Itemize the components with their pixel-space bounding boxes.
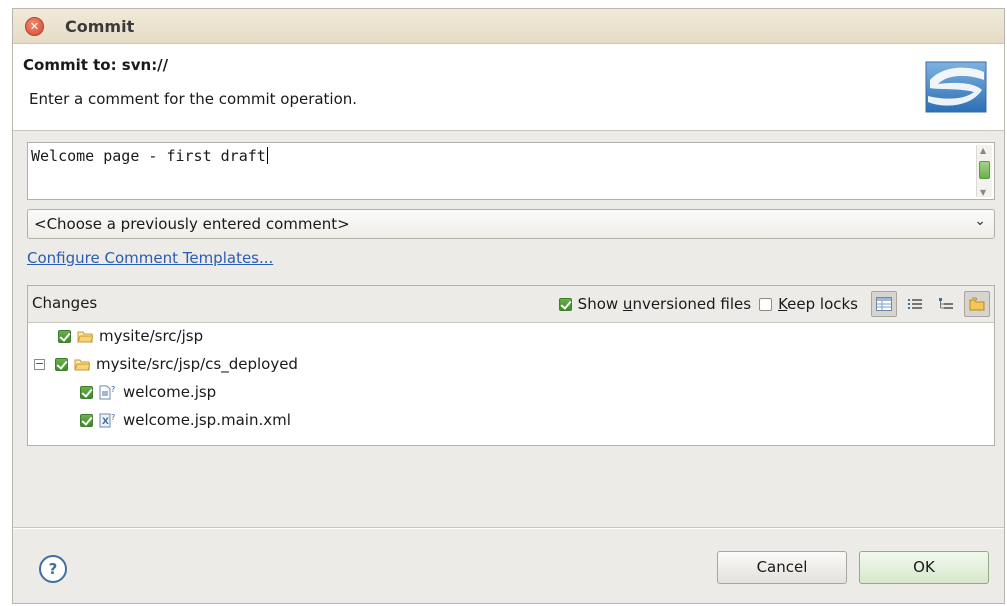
xml-file-unversioned-icon: X? [99,413,117,428]
item-checkbox[interactable] [80,385,93,399]
svg-text:X: X [102,417,109,427]
svg-text:?: ? [111,413,115,422]
flat-list-icon[interactable] [902,291,928,317]
changes-panel: Changes Show unversioned files Keep lock… [27,285,995,446]
comment-text: Welcome page - first draft [31,147,266,165]
tree-item[interactable]: mysite/src/jsp [58,323,203,349]
subversion-logo-icon [925,61,987,113]
collapse-icon[interactable]: − [34,358,45,370]
tree-item[interactable]: X? welcome.jsp.main.xml [80,407,291,433]
keep-locks-label[interactable]: Keep locks [778,295,858,313]
tree-item-label: welcome.jsp.main.xml [123,411,291,429]
svg-text:?: ? [111,385,115,394]
tree-view-icon[interactable] [933,291,959,317]
changes-controls: Show unversioned files Keep locks [558,290,990,318]
table-view-icon[interactable] [871,291,897,317]
jsp-file-unversioned-icon: ? [99,385,117,400]
item-checkbox[interactable] [80,413,93,427]
close-icon[interactable]: ✕ [25,17,44,36]
compressed-folders-icon[interactable] [964,291,990,317]
configure-templates-link[interactable]: Configure Comment Templates... [27,249,273,267]
show-unversioned-label[interactable]: Show unversioned files [578,295,751,313]
folder-icon [74,358,90,371]
scrollbar-thumb[interactable] [979,161,990,179]
tree-item[interactable]: ? welcome.jsp [80,379,216,405]
window-title: Commit [65,17,135,36]
changes-label: Changes [32,294,98,312]
comment-textarea[interactable]: Welcome page - first draft ▲ ▼ [27,142,995,200]
text-caret [266,147,268,164]
ok-button[interactable]: OK [859,551,989,584]
item-checkbox[interactable] [55,357,68,371]
folder-icon [77,330,93,343]
previous-comments-select[interactable]: <Choose a previously entered comment> ⌄ [27,209,995,239]
chevron-down-icon[interactable]: ⌄ [974,213,986,229]
changes-header: Changes Show unversioned files Keep lock… [28,286,994,323]
page-description: Enter a comment for the commit operation… [29,90,358,108]
scroll-up-icon[interactable]: ▲ [980,146,986,155]
item-checkbox[interactable] [58,329,71,343]
tree-item[interactable]: − mysite/src/jsp/cs_deployed [34,351,298,377]
tree-item-label: welcome.jsp [123,383,217,401]
show-unversioned-checkbox[interactable] [558,297,572,311]
previous-comments-value: <Choose a previously entered comment> [34,215,350,233]
comment-scrollbar[interactable]: ▲ ▼ [976,145,992,197]
title-bar: ✕ Commit [13,9,1004,44]
cancel-button[interactable]: Cancel [717,551,847,584]
tree-item-label: mysite/src/jsp [99,327,204,345]
commit-dialog: ✕ Commit Commit to: svn:// Enter a comme… [12,8,1005,604]
dialog-header: Commit to: svn:// Enter a comment for th… [13,44,1004,131]
tree-item-label: mysite/src/jsp/cs_deployed [96,355,298,373]
page-title: Commit to: svn:// [23,56,169,74]
keep-locks-checkbox[interactable] [759,297,773,311]
help-icon[interactable]: ? [39,555,67,583]
scroll-down-icon[interactable]: ▼ [980,188,986,197]
footer-divider [13,527,1004,529]
